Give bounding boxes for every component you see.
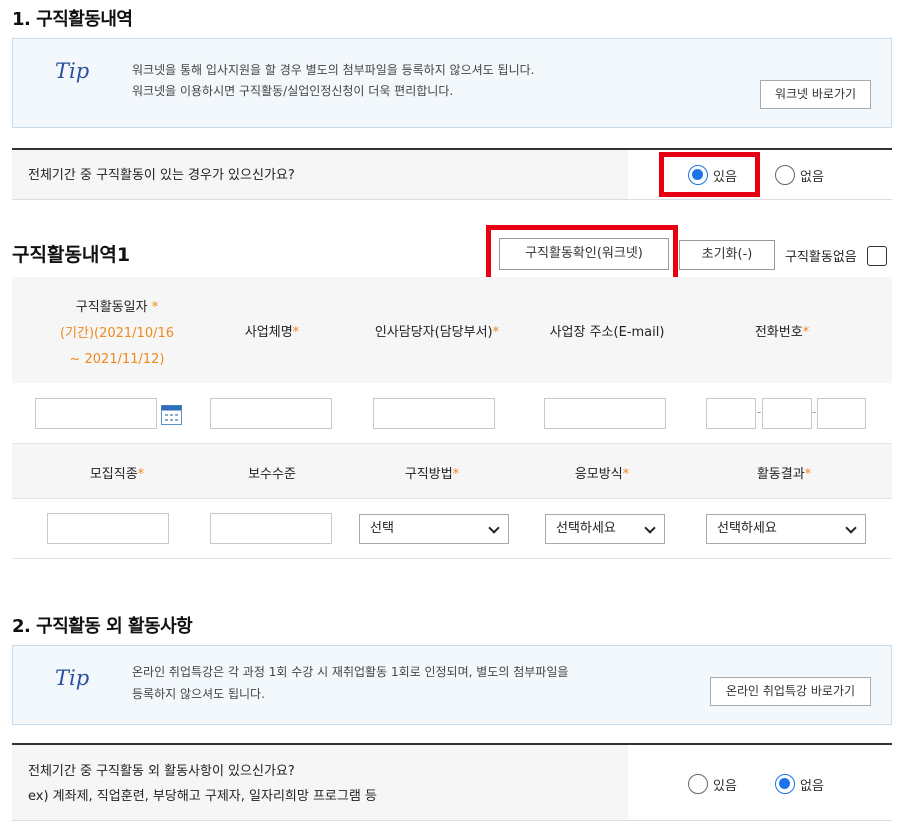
required-star: * bbox=[622, 467, 630, 482]
manager-input[interactable] bbox=[373, 398, 495, 429]
required-star: * bbox=[802, 325, 810, 340]
tip-box-online-lecture: Tip 온라인 취업특강은 각 과정 1회 수강 시 재취업활동 1회로 인정되… bbox=[12, 645, 892, 725]
section1-title: 1. 구직활동내역 bbox=[12, 9, 133, 30]
question-line-2: ex) 계좌제, 직업훈련, 부당해고 구제자, 일자리희망 프로그램 등 bbox=[28, 789, 377, 804]
header-date-range-1: (기간)(2021/10/16 bbox=[59, 326, 175, 341]
header-apply-label: 응모방식 bbox=[574, 467, 623, 482]
header-company: 사업체명* bbox=[212, 321, 332, 340]
worknet-link-button[interactable]: 워크넷 바로가기 bbox=[760, 80, 871, 109]
question-cell: 전체기간 중 구직활동이 있는 경우가 있으신가요? bbox=[12, 150, 628, 199]
required-star: * bbox=[151, 300, 159, 315]
company-name-input[interactable] bbox=[210, 398, 332, 429]
radio-label-yes: 있음 bbox=[713, 778, 737, 794]
header-address: 사업장 주소(E-mail) bbox=[532, 321, 682, 340]
question-text: 전체기간 중 구직활동이 있는 경우가 있으신가요? bbox=[28, 168, 295, 183]
header-salary-label: 보수수준 bbox=[248, 467, 296, 482]
header-manager: 인사담당자(담당부서)* bbox=[357, 321, 517, 340]
radio-has-activity-no[interactable]: 없음 bbox=[775, 165, 824, 185]
radio-other-activity-yes[interactable]: 있음 bbox=[688, 774, 737, 794]
tip-logo: Tip bbox=[55, 666, 90, 690]
question-row-job-search: 전체기간 중 구직활동이 있는 경우가 있으신가요? 있음 없음 bbox=[12, 148, 892, 200]
header-salary: 보수수준 bbox=[212, 463, 332, 482]
radio-other-activity-no[interactable]: 없음 bbox=[775, 774, 824, 794]
radio-selected-icon bbox=[688, 165, 708, 185]
radio-unselected-icon bbox=[688, 774, 708, 794]
phone-input-3[interactable] bbox=[817, 398, 866, 429]
header-activity-date: 구직활동일자 * (기간)(2021/10/16 ~ 2021/11/12) bbox=[32, 295, 202, 373]
question-text: 전체기간 중 구직활동 외 활동사항이 있으신가요? ex) 계좌제, 직업훈련… bbox=[28, 759, 377, 809]
no-activity-checkbox[interactable] bbox=[867, 246, 887, 266]
required-star: * bbox=[292, 325, 300, 340]
job-input[interactable] bbox=[47, 513, 169, 544]
required-star: * bbox=[452, 467, 460, 482]
header-result: 활동결과* bbox=[724, 463, 844, 482]
table-header-row-1: 구직활동일자 * (기간)(2021/10/16 ~ 2021/11/12) 사… bbox=[12, 277, 892, 383]
header-phone: 전화번호* bbox=[722, 321, 842, 340]
header-date-label: 구직활동일자 bbox=[75, 300, 148, 315]
method-select[interactable]: 선택 bbox=[359, 514, 509, 544]
header-company-label: 사업체명 bbox=[244, 325, 293, 340]
tip-line-1: 워크넷을 통해 입사지원을 할 경우 별도의 첨부파일을 등록하지 않으셔도 됩… bbox=[132, 63, 535, 77]
header-address-label: 사업장 주소(E-mail) bbox=[549, 325, 665, 340]
tip-box-worknet: Tip 워크넷을 통해 입사지원을 할 경우 별도의 첨부파일을 등록하지 않으… bbox=[12, 38, 892, 128]
question-line-1: 전체기간 중 구직활동 외 활동사항이 있으신가요? bbox=[28, 764, 295, 779]
required-star: * bbox=[137, 467, 145, 482]
calendar-icon[interactable] bbox=[161, 404, 182, 425]
header-apply: 응모방식* bbox=[542, 463, 662, 482]
tip-logo: Tip bbox=[55, 59, 90, 83]
required-star: * bbox=[492, 325, 500, 340]
header-result-label: 활동결과 bbox=[756, 467, 805, 482]
phone-dash-1: - bbox=[757, 405, 762, 419]
tip-line-2: 워크넷을 이용하시면 구직활동/실업인정신청이 더욱 편리합니다. bbox=[132, 84, 454, 98]
activity-date-input[interactable] bbox=[35, 398, 157, 429]
header-phone-label: 전화번호 bbox=[754, 325, 803, 340]
header-method-label: 구직방법 bbox=[404, 467, 453, 482]
divider bbox=[12, 498, 892, 499]
question-row-other-activity: 전체기간 중 구직활동 외 활동사항이 있으신가요? ex) 계좌제, 직업훈련… bbox=[12, 743, 892, 821]
header-manager-label: 인사담당자(담당부서) bbox=[374, 325, 493, 340]
reset-button[interactable]: 초기화(-) bbox=[679, 240, 775, 270]
tip-line-1: 온라인 취업특강은 각 과정 1회 수강 시 재취업활동 1회로 인정되며, 별… bbox=[132, 665, 569, 679]
result-select[interactable]: 선택하세요 bbox=[706, 514, 866, 544]
header-date-range-2: ~ 2021/11/12) bbox=[69, 352, 165, 367]
phone-input-2[interactable] bbox=[762, 398, 812, 429]
phone-dash-2: - bbox=[812, 405, 817, 419]
salary-input[interactable] bbox=[210, 513, 332, 544]
header-method: 구직방법* bbox=[372, 463, 492, 482]
address-email-input[interactable] bbox=[544, 398, 666, 429]
radio-label-no: 없음 bbox=[800, 169, 824, 185]
section2-title: 2. 구직활동 외 활동사항 bbox=[12, 616, 193, 637]
radio-selected-icon bbox=[775, 774, 795, 794]
required-star: * bbox=[804, 467, 812, 482]
no-activity-label: 구직활동없음 bbox=[785, 250, 857, 265]
question-cell: 전체기간 중 구직활동 외 활동사항이 있으신가요? ex) 계좌제, 직업훈련… bbox=[12, 745, 628, 820]
divider bbox=[12, 558, 892, 559]
online-lecture-link-button[interactable]: 온라인 취업특강 바로가기 bbox=[710, 677, 871, 706]
header-job-label: 모집직종 bbox=[89, 467, 138, 482]
table-header-row-2: 모집직종* 보수수준 구직방법* 응모방식* 활동결과* bbox=[12, 443, 892, 499]
radio-label-no: 없음 bbox=[800, 778, 824, 794]
radio-unselected-icon bbox=[775, 165, 795, 185]
tip-line-2: 등록하지 않으셔도 됩니다. bbox=[132, 687, 265, 701]
tip-text: 온라인 취업특강은 각 과정 1회 수강 시 재취업활동 1회로 인정되며, 별… bbox=[132, 661, 568, 705]
activity-title: 구직활동내역1 bbox=[12, 244, 131, 266]
radio-has-activity-yes[interactable]: 있음 bbox=[688, 165, 737, 185]
apply-select[interactable]: 선택하세요 bbox=[545, 514, 665, 544]
radio-label-yes: 있음 bbox=[713, 169, 737, 185]
tip-text: 워크넷을 통해 입사지원을 할 경우 별도의 첨부파일을 등록하지 않으셔도 됩… bbox=[132, 60, 534, 102]
confirm-worknet-button[interactable]: 구직활동확인(워크넷) bbox=[499, 238, 669, 270]
phone-input-1[interactable] bbox=[706, 398, 756, 429]
header-job: 모집직종* bbox=[57, 463, 177, 482]
